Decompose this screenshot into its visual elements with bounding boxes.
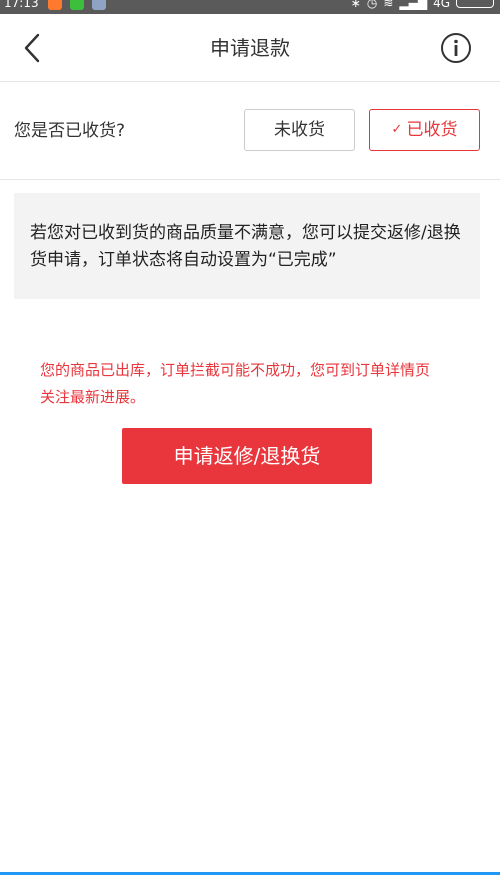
wifi-icon: ≋ — [383, 0, 394, 10]
page-title: 申请退款 — [210, 36, 290, 60]
status-bar: 17:13 ∗ ◷ ≋ ▂▄▆ 4G — [0, 0, 500, 14]
not-received-label: 未收货 — [274, 120, 325, 140]
not-received-button[interactable]: 未收货 — [244, 109, 355, 151]
info-text: 若您对已收到货的商品质量不满意，您可以提交返修/退换货申请，订单状态将自动设置为… — [30, 223, 461, 270]
warning-text: 您的商品已出库，订单拦截可能不成功，您可到订单详情页关注最新进展。 — [40, 361, 431, 406]
notification-app-icon — [92, 0, 106, 10]
signal-icon: ▂▄▆ — [399, 0, 428, 10]
notification-app-icon — [70, 0, 84, 10]
status-time: 17:13 — [4, 0, 39, 10]
nav-bar: 申请退款 — [0, 14, 500, 82]
network-type: 4G — [433, 0, 450, 10]
received-label: 已收货 — [406, 120, 458, 140]
receipt-question: 您是否已收货? — [14, 121, 126, 141]
check-icon: ✓ — [391, 122, 403, 137]
bluetooth-icon: ∗ — [350, 0, 361, 10]
alarm-icon: ◷ — [366, 0, 378, 10]
apply-return-exchange-button[interactable]: 申请返修/退换货 — [122, 428, 372, 484]
info-box: 若您对已收到货的商品质量不满意，您可以提交返修/退换货申请，订单状态将自动设置为… — [14, 193, 480, 299]
info-icon — [441, 33, 471, 63]
receipt-status-row: 您是否已收货? 未收货 ✓ 已收货 — [0, 82, 500, 180]
status-icons: ∗ ◷ ≋ ▂▄▆ 4G — [351, 0, 494, 9]
notification-app-icon — [48, 0, 62, 10]
apply-button-label: 申请返修/退换货 — [173, 444, 321, 468]
info-button[interactable] — [440, 32, 472, 64]
battery-icon — [456, 0, 494, 8]
received-button[interactable]: ✓ 已收货 — [369, 109, 480, 151]
